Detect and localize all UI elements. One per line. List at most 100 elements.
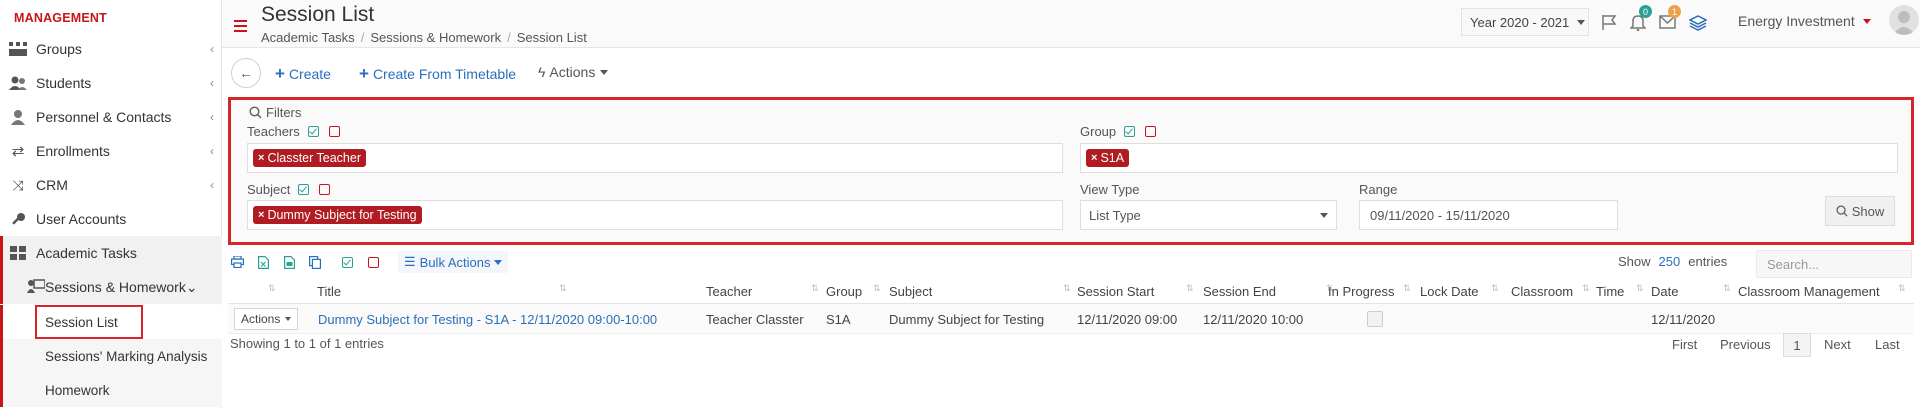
sidebar-subitem-label: Sessions' Marking Analysis — [45, 348, 208, 364]
sidebar-item-personnel[interactable]: Personnel & Contacts ‹ — [0, 100, 222, 134]
year-select[interactable]: Year 2020 - 2021 — [1461, 8, 1589, 36]
column-teacher[interactable]: Teacher — [706, 284, 752, 299]
copy-icon[interactable] — [306, 253, 324, 271]
user-menu[interactable]: Energy Investment — [1738, 13, 1871, 29]
sidebar-item-students[interactable]: Students ‹ — [0, 66, 222, 100]
sort-icon[interactable]: ⇅ — [1186, 283, 1193, 294]
subject-tag[interactable]: × Dummy Subject for Testing — [253, 206, 422, 224]
table-search-input[interactable]: Search... — [1756, 250, 1912, 278]
select-all-check-icon[interactable] — [338, 253, 356, 271]
pager-current-page[interactable]: 1 — [1783, 333, 1811, 357]
flag-icon[interactable] — [1599, 12, 1619, 32]
sidebar-subitem-marking-analysis[interactable]: Sessions' Marking Analysis — [0, 339, 222, 373]
back-button[interactable]: ← — [231, 58, 261, 88]
column-in-progress[interactable]: In Progress — [1328, 284, 1394, 299]
layers-icon[interactable] — [1688, 12, 1708, 32]
pager-first[interactable]: First — [1672, 337, 1697, 352]
csv-icon[interactable] — [280, 253, 298, 271]
caret-down-icon — [1320, 213, 1328, 218]
column-subject[interactable]: Subject — [889, 284, 932, 299]
group-input[interactable]: × S1A — [1080, 143, 1898, 173]
message-badge: 1 — [1668, 5, 1681, 18]
deselect-all-icon[interactable] — [1145, 126, 1157, 137]
show-button[interactable]: Show — [1825, 196, 1895, 226]
group-tag[interactable]: × S1A — [1086, 149, 1130, 167]
breadcrumb-academic-tasks[interactable]: Academic Tasks — [261, 30, 355, 45]
sort-icon[interactable]: ⇅ — [1898, 283, 1905, 294]
shuffle-icon: ⤨ — [12, 176, 24, 193]
print-icon[interactable] — [228, 253, 246, 271]
create-button[interactable]: + Create — [275, 64, 331, 84]
sidebar: MANAGEMENT Groups ‹ Students ‹ Personnel… — [0, 0, 222, 408]
column-title[interactable]: Title — [317, 284, 341, 299]
teachers-filter-label: Teachers — [247, 124, 340, 139]
filters-header[interactable]: Filters — [249, 105, 301, 120]
hamburger-menu-icon[interactable] — [234, 20, 247, 35]
cell-teacher: Teacher Classter — [706, 312, 804, 327]
view-type-select[interactable]: List Type — [1080, 200, 1337, 230]
filters-panel: Filters Teachers × Classter Teacher Group… — [228, 97, 1914, 245]
sort-icon[interactable]: ⇅ — [1582, 283, 1589, 294]
create-from-timetable-button[interactable]: + Create From Timetable — [359, 64, 516, 84]
sidebar-item-crm[interactable]: ⤨ CRM ‹ — [0, 168, 222, 202]
envelope-icon[interactable]: 1 — [1657, 5, 1681, 32]
groups-icon — [9, 41, 27, 57]
sidebar-item-user-accounts[interactable]: User Accounts — [0, 202, 222, 236]
sort-icon[interactable]: ⇅ — [1491, 283, 1498, 294]
excel-icon[interactable] — [254, 253, 272, 271]
teachers-input[interactable]: × Classter Teacher — [247, 143, 1063, 173]
column-session-start[interactable]: Session Start — [1077, 284, 1154, 299]
sort-icon[interactable]: ⇅ — [268, 283, 275, 294]
sessions-icon — [27, 278, 46, 296]
row-actions-dropdown[interactable]: Actions — [234, 308, 299, 330]
sidebar-subitem-label: Homework — [45, 382, 110, 398]
remove-tag-icon[interactable]: × — [258, 152, 264, 164]
sidebar-item-groups[interactable]: Groups ‹ — [0, 32, 222, 66]
dashboard-icon — [9, 245, 27, 261]
remove-tag-icon[interactable]: × — [1091, 152, 1097, 164]
sidebar-subitem-homework[interactable]: Homework — [0, 373, 222, 407]
sidebar-item-enrollments[interactable]: ⇄ Enrollments ‹ — [0, 134, 222, 168]
sort-icon[interactable]: ⇅ — [811, 283, 818, 294]
deselect-all-icon[interactable] — [319, 184, 331, 195]
pager-next[interactable]: Next — [1824, 337, 1851, 352]
sort-icon[interactable]: ⇅ — [559, 283, 566, 294]
entries-count-select[interactable]: 250 — [1659, 254, 1681, 269]
sort-icon[interactable]: ⇅ — [1723, 283, 1730, 294]
subject-input[interactable]: × Dummy Subject for Testing — [247, 200, 1063, 230]
sort-icon[interactable]: ⇅ — [1063, 283, 1070, 294]
column-date[interactable]: Date — [1651, 284, 1678, 299]
column-classroom[interactable]: Classroom — [1511, 284, 1573, 299]
sort-icon[interactable]: ⇅ — [1403, 283, 1410, 294]
deselect-all-icon[interactable] — [364, 253, 382, 271]
bell-icon[interactable]: 0 — [1628, 5, 1652, 32]
in-progress-checkbox[interactable] — [1367, 311, 1383, 327]
column-session-end[interactable]: Session End — [1203, 284, 1276, 299]
sidebar-item-sessions-homework[interactable]: Sessions & Homework ⌄ — [0, 270, 222, 304]
sidebar-item-academic-tasks[interactable]: Academic Tasks — [0, 236, 222, 270]
breadcrumb-sessions-homework[interactable]: Sessions & Homework — [370, 30, 501, 45]
pager-last[interactable]: Last — [1875, 337, 1900, 352]
select-all-check-icon[interactable] — [298, 184, 310, 195]
column-group[interactable]: Group — [826, 284, 862, 299]
session-title-link[interactable]: Dummy Subject for Testing - S1A - 12/11/… — [318, 312, 657, 327]
range-input[interactable]: 09/11/2020 - 15/11/2020 — [1359, 200, 1618, 230]
bulk-actions-button[interactable]: ☰ Bulk Actions — [398, 251, 509, 273]
page-title: Session List — [261, 3, 375, 26]
pager-previous[interactable]: Previous — [1720, 337, 1771, 352]
deselect-all-icon[interactable] — [328, 126, 340, 137]
column-classroom-management[interactable]: Classroom Management — [1738, 284, 1880, 299]
actions-dropdown[interactable]: ϟ Actions — [538, 64, 609, 80]
sort-icon[interactable]: ⇅ — [873, 283, 880, 294]
column-time[interactable]: Time — [1596, 284, 1624, 299]
select-all-check-icon[interactable] — [1124, 126, 1136, 137]
breadcrumb-session-list: Session List — [516, 30, 587, 45]
remove-tag-icon[interactable]: × — [258, 209, 264, 221]
column-lock-date[interactable]: Lock Date — [1420, 284, 1479, 299]
avatar[interactable] — [1889, 5, 1919, 35]
sort-icon[interactable]: ⇅ — [1636, 283, 1643, 294]
plus-icon: + — [359, 64, 369, 83]
select-all-check-icon[interactable] — [307, 126, 319, 137]
teacher-tag[interactable]: × Classter Teacher — [253, 149, 366, 167]
sidebar-item-label: Groups — [36, 41, 82, 57]
